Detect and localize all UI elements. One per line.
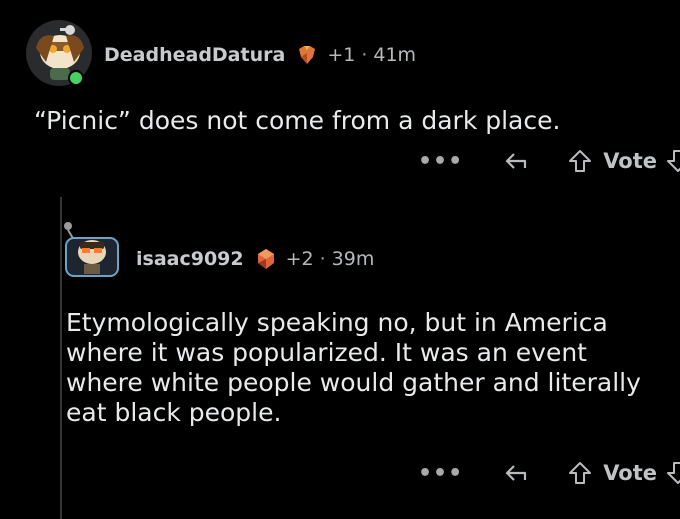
separator: · [361,44,368,66]
comment-body: “Picnic” does not come from a dark place… [34,106,561,135]
comment-body: Etymologically speaking no, but in Ameri… [66,308,641,427]
comment-header: DeadheadDatura +1 · 41m [104,40,416,70]
comment-header: isaac9092 +2 · 39m [136,244,374,274]
upvote-icon[interactable] [567,460,593,486]
username-link[interactable]: DeadheadDatura [104,44,285,66]
separator: · [319,248,326,270]
avatar-icon [64,222,119,277]
award-count: +1 [327,44,356,66]
downvote-icon[interactable] [665,460,680,486]
user-avatar[interactable] [60,218,124,282]
award-crystal-icon[interactable] [254,247,278,271]
upvote-icon[interactable] [567,148,593,174]
award-count: +2 [285,248,314,270]
vote-count: Vote [603,461,657,485]
more-options-icon[interactable]: ••• [418,149,463,174]
vote-count: Vote [603,149,657,173]
username-link[interactable]: isaac9092 [136,248,244,270]
online-status-icon [68,70,84,86]
reply-icon[interactable] [503,148,529,174]
more-options-icon[interactable]: ••• [418,461,463,486]
user-avatar[interactable] [24,18,94,88]
comment-actions: ••• Vote [418,148,680,174]
downvote-icon[interactable] [665,148,680,174]
timestamp: 39m [331,248,375,270]
comment-actions: ••• Vote [418,460,680,486]
timestamp: 41m [373,44,417,66]
reply-icon[interactable] [503,460,529,486]
award-crystal-icon[interactable] [295,43,319,67]
